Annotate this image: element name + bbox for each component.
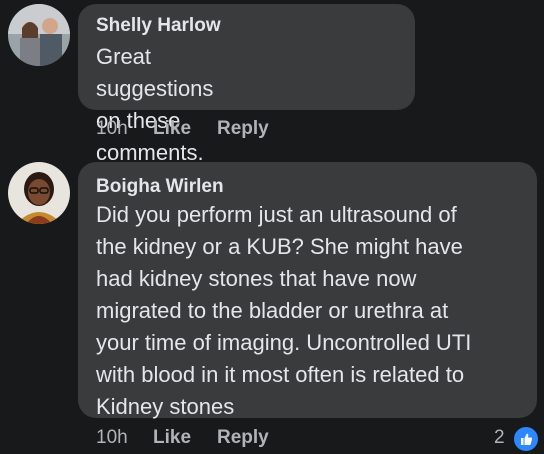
comments-thread: Shelly Harlow Great suggestions on these… (0, 0, 544, 454)
reply-button[interactable]: Reply (217, 118, 269, 140)
thumbs-up-glyph (521, 433, 533, 445)
comment-text-line: Did you perform just an ultrasound of (96, 202, 457, 227)
comment-text-line: migrated to the bladder or urethra at (96, 298, 449, 323)
comment-author[interactable]: Shelly Harlow (96, 15, 221, 37)
comment-text-line: the kidney or a KUB? She might have (96, 234, 463, 259)
reply-button[interactable]: Reply (217, 427, 269, 449)
comment-author[interactable]: Boigha Wirlen (96, 176, 224, 198)
profile-photo-icon (8, 162, 70, 224)
comment-text-line: your time of imaging. Uncontrolled UTI (96, 330, 472, 355)
avatar[interactable] (8, 162, 70, 224)
like-button[interactable]: Like (153, 118, 191, 140)
comment-timestamp[interactable]: 10h (96, 427, 128, 449)
comment-text: Did you perform just an ultrasound of th… (96, 199, 526, 423)
comment-text-line: Kidney stones (96, 394, 235, 419)
thumbs-up-icon[interactable] (512, 425, 540, 453)
reaction-count[interactable]: 2 (494, 427, 505, 449)
comment-text-line: with blood in it most often is related t… (96, 362, 465, 387)
comment-text-line: had kidney stones that have now (96, 266, 417, 291)
like-button[interactable]: Like (153, 427, 191, 449)
comment-text: Great suggestions on these comments. (96, 41, 213, 169)
profile-photo-icon (8, 4, 70, 66)
comment-timestamp[interactable]: 10h (96, 118, 128, 140)
avatar[interactable] (8, 4, 70, 66)
